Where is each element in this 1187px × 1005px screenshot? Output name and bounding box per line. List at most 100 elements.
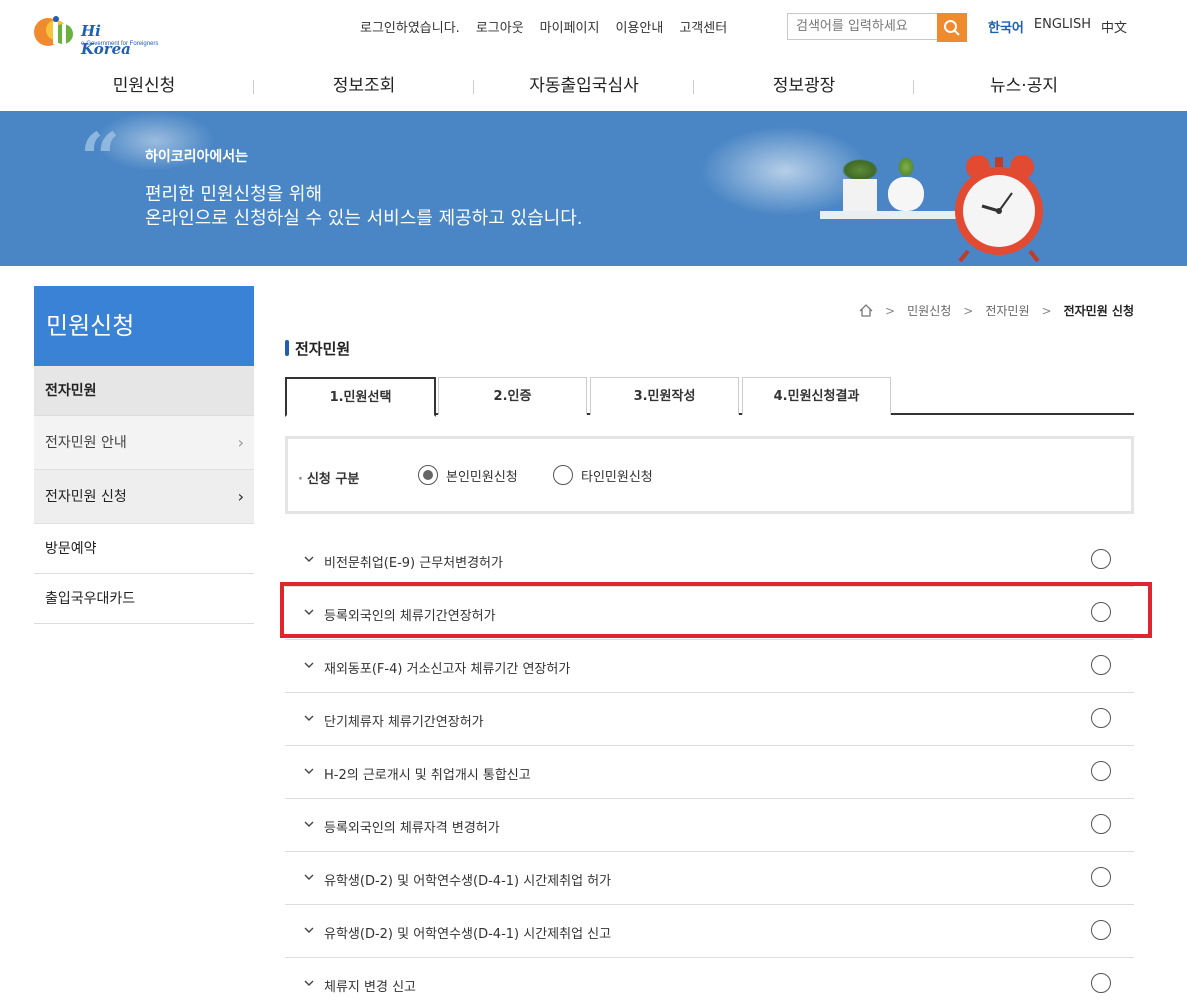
service-row[interactable]: 유학생(D-2) 및 어학연수생(D-4-1) 시간제취업 허가: [285, 852, 1134, 905]
sidebar: 민원신청 전자민원 전자민원 안내 › 전자민원 신청 › 방문예약 출입국우대…: [34, 286, 254, 624]
hikorea-logo[interactable]: Hi Korea e-Government for Foreigners: [33, 12, 158, 58]
usage-guide-link[interactable]: 이용안내: [615, 17, 663, 36]
search-button[interactable]: [937, 13, 967, 42]
service-select-radio[interactable]: [1091, 761, 1111, 781]
service-select-radio[interactable]: [1091, 549, 1111, 569]
service-label: H-2의 근로개시 및 취업개시 통합신고: [324, 768, 531, 783]
service-select-radio[interactable]: [1091, 708, 1111, 728]
service-select-radio[interactable]: [1091, 602, 1111, 622]
quote-mark-icon: “: [80, 117, 121, 200]
service-row[interactable]: 등록외국인의 체류기간연장허가: [285, 587, 1134, 640]
service-select-radio[interactable]: [1091, 973, 1111, 993]
logo-mark-icon: [34, 16, 73, 46]
radio-proxy-application[interactable]: 타인민원신청: [553, 465, 653, 485]
service-row[interactable]: 비전문취업(E-9) 근무처변경허가: [285, 534, 1134, 587]
service-select-radio[interactable]: [1091, 814, 1111, 834]
service-select-radio[interactable]: [1091, 867, 1111, 887]
tab-select-service[interactable]: 1.민원선택: [285, 377, 436, 417]
chevron-down-icon[interactable]: [303, 712, 315, 724]
service-label: 체류지 변경 신고: [324, 980, 416, 995]
lang-korean[interactable]: 한국어: [988, 17, 1024, 36]
lang-english[interactable]: ENGLISH: [1034, 17, 1091, 36]
service-list: 비전문취업(E-9) 근무처변경허가등록외국인의 체류기간연장허가재외동포(F-…: [285, 534, 1134, 1005]
radio-self-application[interactable]: 본인민원신청: [418, 465, 518, 485]
service-label: 비전문취업(E-9) 근무처변경허가: [324, 556, 503, 571]
radio-button[interactable]: [418, 465, 438, 485]
breadcrumb-current: 전자민원 신청: [1063, 304, 1134, 318]
sidebar-item-e-civil-apply[interactable]: 전자민원 신청 ›: [34, 470, 254, 524]
tab-write-application[interactable]: 3.민원작성: [590, 377, 739, 415]
chevron-down-icon[interactable]: [303, 606, 315, 618]
search-input[interactable]: [787, 13, 937, 40]
logout-link[interactable]: 로그아웃: [476, 17, 524, 36]
sprout-illustration: [898, 157, 914, 177]
sidebar-item-e-civil-guide[interactable]: 전자민원 안내 ›: [34, 416, 254, 470]
sidebar-title: 민원신청: [34, 286, 254, 366]
top-header: Hi Korea e-Government for Foreigners 로그인…: [0, 0, 1187, 58]
chevron-down-icon[interactable]: [303, 871, 315, 883]
chevron-down-icon[interactable]: [303, 765, 315, 777]
radio-button[interactable]: [553, 465, 573, 485]
nav-info-plaza[interactable]: 정보광장: [694, 62, 914, 110]
banner-intro: 하이코리아에서는: [145, 149, 249, 165]
service-select-radio[interactable]: [1091, 920, 1111, 940]
chevron-down-icon[interactable]: [303, 924, 315, 936]
application-type-box: · 신청 구분 본인민원신청 타인민원신청: [285, 436, 1134, 514]
breadcrumb: > 민원신청 > 전자민원 > 전자민원 신청: [859, 302, 1134, 319]
customer-center-link[interactable]: 고객센터: [679, 17, 727, 36]
chevron-down-icon[interactable]: [303, 553, 315, 565]
chevron-down-icon[interactable]: [303, 659, 315, 671]
chevron-down-icon[interactable]: [303, 818, 315, 830]
nav-auto-immigration[interactable]: 자동출입국심사: [474, 62, 694, 110]
nav-civil-application[interactable]: 민원신청: [34, 62, 254, 110]
chevron-down-icon[interactable]: [303, 977, 315, 989]
radio-label: 타인민원신청: [581, 469, 653, 485]
banner-line-1: 편리한 민원신청을 위해: [145, 184, 323, 205]
plant-illustration: [842, 159, 878, 181]
service-label: 유학생(D-2) 및 어학연수생(D-4-1) 시간제취업 허가: [324, 874, 612, 889]
plant-pot-illustration: [843, 179, 877, 211]
piggy-bank-illustration: [888, 177, 924, 211]
search-icon: [944, 19, 960, 36]
service-label: 재외동포(F-4) 거소신고자 체류기간 연장허가: [324, 662, 571, 677]
service-row[interactable]: 체류지 변경 신고: [285, 958, 1134, 1005]
chevron-right-icon: ›: [237, 487, 244, 506]
tab-result[interactable]: 4.민원신청결과: [742, 377, 891, 415]
service-row[interactable]: 단기체류자 체류기간연장허가: [285, 693, 1134, 746]
service-label: 단기체류자 체류기간연장허가: [324, 715, 484, 730]
sidebar-item-priority-card[interactable]: 출입국우대카드: [34, 574, 254, 624]
tab-authentication[interactable]: 2.인증: [438, 377, 587, 415]
nav-news-notice[interactable]: 뉴스·공지: [914, 62, 1134, 110]
sidebar-item-label: 전자민원 안내: [45, 435, 127, 451]
service-label: 등록외국인의 체류기간연장허가: [324, 609, 496, 624]
breadcrumb-item[interactable]: 민원신청: [907, 302, 951, 319]
service-select-radio[interactable]: [1091, 655, 1111, 675]
sidebar-item-visit-reservation[interactable]: 방문예약: [34, 524, 254, 574]
logo-brand-text: Hi Korea: [81, 22, 131, 58]
service-row[interactable]: 재외동포(F-4) 거소신고자 체류기간 연장허가: [285, 640, 1134, 693]
radio-label: 본인민원신청: [446, 469, 518, 485]
utility-links: 로그인하였습니다. 로그아웃 마이페이지 이용안내 고객센터: [360, 17, 727, 36]
logo-tagline: e-Government for Foreigners: [81, 41, 159, 47]
application-type-label: · 신청 구분: [298, 472, 360, 487]
mypage-link[interactable]: 마이페이지: [540, 17, 600, 36]
sidebar-item-label: 출입국우대카드: [45, 591, 136, 607]
home-icon[interactable]: [859, 304, 873, 317]
language-links: 한국어 ENGLISH 中文: [988, 17, 1127, 36]
chevron-right-icon: >: [1041, 303, 1052, 318]
service-row[interactable]: H-2의 근로개시 및 취업개시 통합신고: [285, 746, 1134, 799]
chevron-right-icon: ›: [237, 433, 244, 452]
sidebar-item-label: 방문예약: [45, 541, 97, 557]
nav-info-inquiry[interactable]: 정보조회: [254, 62, 474, 110]
breadcrumb-item[interactable]: 전자민원: [985, 302, 1029, 319]
service-label: 유학생(D-2) 및 어학연수생(D-4-1) 시간제취업 신고: [324, 927, 612, 942]
lang-chinese[interactable]: 中文: [1101, 17, 1127, 36]
service-row[interactable]: 유학생(D-2) 및 어학연수생(D-4-1) 시간제취업 신고: [285, 905, 1134, 958]
login-status: 로그인하였습니다.: [360, 21, 460, 36]
service-label: 등록외국인의 체류자격 변경허가: [324, 821, 500, 836]
alarm-clock-icon: [955, 155, 1043, 263]
service-row[interactable]: 등록외국인의 체류자격 변경허가: [285, 799, 1134, 852]
chevron-right-icon: >: [963, 303, 974, 318]
sidebar-item-e-civil[interactable]: 전자민원: [34, 366, 254, 416]
main-nav: 민원신청 정보조회 자동출입국심사 정보광장 뉴스·공지: [34, 62, 1134, 110]
